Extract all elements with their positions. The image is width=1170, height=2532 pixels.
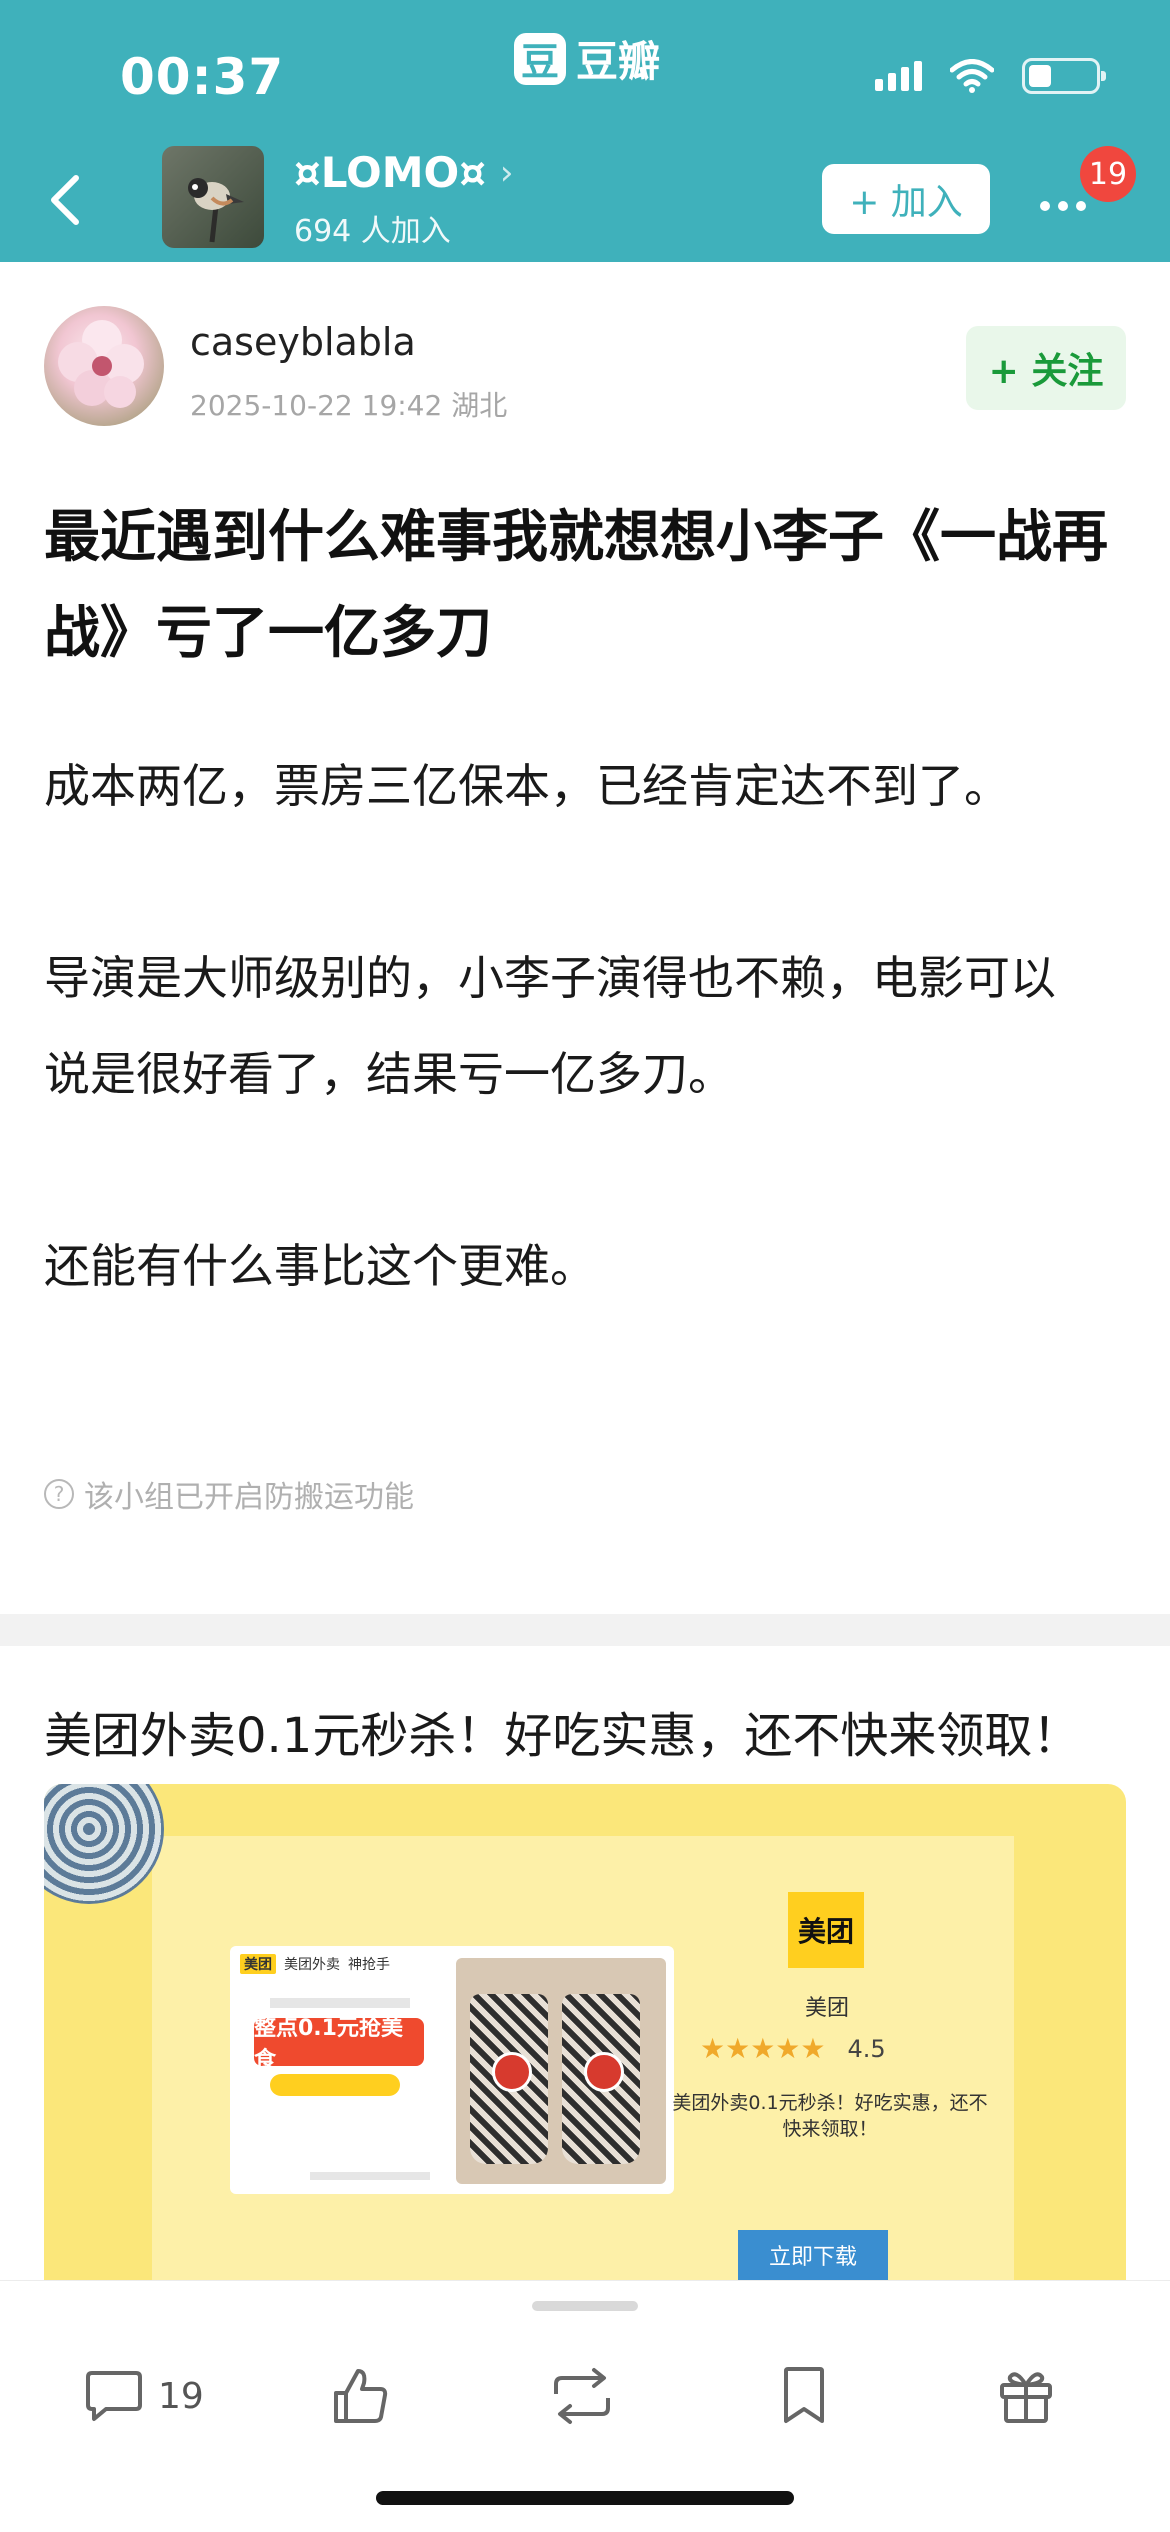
question-icon: ? <box>44 1479 74 1509</box>
meituan-logo-icon: 美团 <box>788 1892 864 1968</box>
wifi-icon <box>950 59 994 93</box>
group-name[interactable]: ¤LOMO¤ › <box>294 148 514 197</box>
tea-cup-icon <box>562 1994 640 2164</box>
like-icon <box>334 2369 388 2423</box>
join-group-button[interactable]: + 加入 <box>822 164 990 234</box>
blossom-photo-icon <box>58 320 144 408</box>
poster-sub-banner <box>270 2074 400 2096</box>
post-title: 最近遇到什么难事我就想想小李子《一战再战》亏了一亿多刀 <box>44 505 1108 666</box>
gift-icon <box>1000 2372 1052 2423</box>
app-name: 豆瓣 <box>576 37 661 86</box>
status-time: 00:37 <box>120 48 285 106</box>
group-header: 00:37 豆 豆瓣 ¤LOMO¤ › 694 人加入 + 加入 19 <box>0 0 1170 262</box>
status-icons <box>875 58 1106 94</box>
ad-rating-value: 4.5 <box>847 2034 886 2063</box>
poster-photo <box>456 1958 666 2184</box>
ad-poster-image: 美团 美团外卖 神抢手 整点0.1元抢美食 <box>230 1946 674 2194</box>
bookmark-icon <box>784 2367 824 2423</box>
douban-logo-icon: 豆 <box>514 32 566 85</box>
post-paragraph: 导演是大师级别的，小李子演得也不赖，电影可以说是很好看了，结果亏一亿多刀。 <box>44 951 1056 1101</box>
author-name[interactable]: caseyblabla <box>190 320 416 364</box>
like-button[interactable] <box>330 2361 390 2431</box>
ad-rating: ★★★★★ 4.5 <box>700 2032 886 2065</box>
anti-repost-notice[interactable]: ? 该小组已开启防搬运功能 <box>44 1472 414 1516</box>
group-name-text: ¤LOMO¤ <box>294 148 486 197</box>
group-avatar[interactable] <box>162 146 264 248</box>
repost-button[interactable] <box>548 2361 616 2431</box>
more-dot-icon <box>1076 201 1086 211</box>
ad-card[interactable]: 美团 美团外卖 神抢手 整点0.1元抢美食 美团 美团 ★★★★★ 4.5 美团… <box>44 1784 1126 2304</box>
follow-button[interactable]: + 关注 <box>966 326 1126 410</box>
poster-brand-3: 神抢手 <box>348 1957 390 1973</box>
post-paragraph: 还能有什么事比这个更难。 <box>44 1239 596 1293</box>
author-avatar[interactable] <box>44 306 164 426</box>
bookmark-button[interactable] <box>778 2361 830 2431</box>
comment-icon <box>86 2371 142 2421</box>
post-paragraph: 成本两亿，票房三亿保本，已经肯定达不到了。 <box>44 759 1010 813</box>
section-divider <box>0 1614 1170 1646</box>
poster-fine-print <box>310 2172 430 2180</box>
ad-description: 美团外卖0.1元秒杀！好吃实惠，还不快来领取！ <box>672 2092 988 2140</box>
repost-icon <box>554 2368 610 2424</box>
gift-button[interactable] <box>996 2361 1056 2431</box>
ad-title[interactable]: 美团外卖0.1元秒杀！好吃实惠，还不快来领取！ <box>44 1696 1080 1766</box>
anti-repost-text: 该小组已开启防搬运功能 <box>84 1480 414 1515</box>
more-dot-icon <box>1040 201 1050 211</box>
poster-brand-1: 美团 <box>240 1954 276 1974</box>
poster-brand-line: 美团 美团外卖 神抢手 <box>240 1954 390 1974</box>
post-timestamp-location: 2025-10-22 19:42 湖北 <box>190 389 508 422</box>
chevron-left-icon <box>51 175 79 225</box>
chevron-right-icon: › <box>499 152 514 193</box>
back-button[interactable] <box>40 160 100 240</box>
poster-brand-2: 美团外卖 <box>284 1957 340 1973</box>
ad-brand-name: 美团 <box>804 1996 849 2021</box>
bird-photo-icon <box>188 178 244 243</box>
battery-icon <box>1022 58 1106 94</box>
post-body: 成本两亿，票房三亿保本，已经肯定达不到了。 导演是大师级别的，小李子演得也不赖，… <box>44 738 1064 1314</box>
more-dot-icon <box>1058 201 1068 211</box>
star-rating-icon: ★★★★★ <box>700 2032 826 2065</box>
home-indicator[interactable] <box>376 2491 794 2505</box>
poster-fine-print <box>270 1998 410 2008</box>
app-badge: 豆 豆瓣 <box>514 28 660 89</box>
bottom-action-bar: 19 <box>0 2280 1170 2532</box>
tea-cup-icon <box>470 1994 548 2164</box>
ad-download-button[interactable]: 立即下载 <box>738 2230 888 2280</box>
cellular-signal-icon <box>875 61 922 91</box>
comment-count: 19 <box>158 2375 204 2417</box>
sheet-handle[interactable] <box>532 2301 638 2311</box>
notification-badge[interactable]: 19 <box>1080 146 1136 202</box>
decorative-coaster-icon <box>44 1784 164 1904</box>
poster-deal-banner: 整点0.1元抢美食 <box>254 2016 424 2073</box>
group-member-count: 694 人加入 <box>294 214 451 249</box>
comment-button[interactable]: 19 <box>84 2361 204 2431</box>
